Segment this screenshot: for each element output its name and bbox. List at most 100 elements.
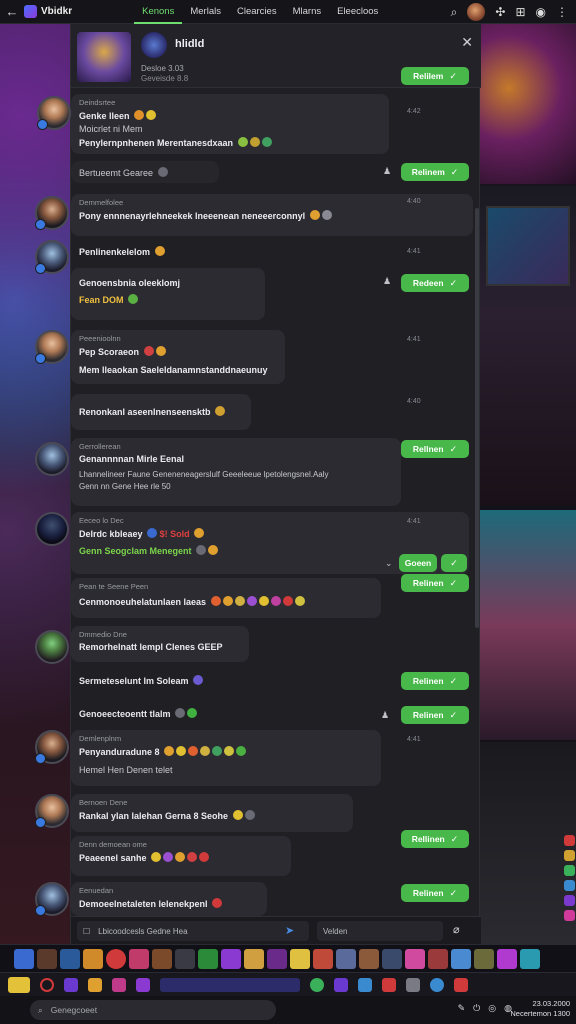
game-icon[interactable]	[359, 948, 379, 969]
tab-merlals[interactable]: Merlals	[182, 0, 229, 24]
start-button[interactable]	[8, 976, 30, 993]
search-input[interactable]: ⌕ Genegcoeet	[30, 1000, 276, 1020]
side-app-icon[interactable]	[563, 850, 575, 861]
globe-icon[interactable]: ◉	[536, 6, 546, 18]
reply-button[interactable]: Redeen ✓	[401, 274, 469, 292]
volume-icon[interactable]: ◎	[488, 1003, 496, 1014]
game-icon[interactable]	[198, 948, 218, 969]
app-icon[interactable]	[406, 977, 420, 992]
game-icon[interactable]	[336, 948, 356, 969]
game-icon[interactable]	[313, 948, 333, 969]
avatar[interactable]	[37, 96, 71, 130]
message-bubble[interactable]: Bernoen Dene Rankal ylan lalehan Gerna 8…	[71, 794, 353, 832]
message-bubble[interactable]: Genoensbnia oleeklomj Fean DOM	[71, 268, 265, 320]
app-icon[interactable]	[64, 977, 78, 992]
tab-clearcies[interactable]: Clearcies	[229, 0, 285, 24]
message-bubble[interactable]: Gerrollerean Genannnnan Mirle Eenal Lhan…	[71, 438, 401, 506]
message-bubble[interactable]: Peeenioolnn Pep Scoraeon Mem lleaokan Sa…	[71, 330, 285, 384]
message-bubble[interactable]: Demlenplnm Penyanduradune 8 Hemel Hen De…	[71, 730, 381, 786]
game-icon[interactable]	[106, 948, 126, 969]
close-icon[interactable]: ✕	[461, 34, 473, 51]
check-button[interactable]: ✓	[441, 554, 467, 572]
game-icon[interactable]	[382, 948, 402, 969]
send-icon[interactable]: ➤	[285, 924, 294, 937]
scrollbar[interactable]	[475, 208, 479, 628]
game-icon[interactable]	[497, 948, 517, 969]
search-icon[interactable]: ⌕	[451, 6, 458, 18]
avatar[interactable]	[35, 794, 69, 828]
avatar[interactable]	[35, 882, 69, 916]
reply-button[interactable]: Relinen ✓	[401, 672, 469, 690]
emoji-icon[interactable]: ☐	[83, 927, 90, 936]
side-app-icon[interactable]	[563, 835, 575, 846]
group-avatar[interactable]	[141, 32, 167, 58]
game-icon[interactable]	[428, 948, 448, 969]
more-icon[interactable]: ⋮	[556, 6, 568, 18]
reply-button[interactable]: Rellnen ✓	[401, 440, 469, 458]
pen-icon[interactable]: ✎	[458, 1003, 466, 1014]
reply-button[interactable]: Rellinen ✓	[401, 830, 469, 848]
avatar[interactable]	[35, 240, 69, 274]
reply-button[interactable]: Relilem ✓	[401, 67, 469, 85]
reply-button[interactable]: Relinem ✓	[401, 163, 469, 181]
game-icon[interactable]	[451, 948, 471, 969]
avatar[interactable]	[35, 730, 69, 764]
message-bubble[interactable]: Pean te Seene Peen Cenmonoeuhelatunlaen …	[71, 578, 381, 618]
side-app-icon[interactable]	[563, 910, 575, 921]
app-icon[interactable]	[454, 977, 468, 992]
game-icon[interactable]	[14, 948, 34, 969]
game-icon[interactable]	[60, 948, 80, 969]
record-icon[interactable]	[40, 977, 54, 992]
reply-button[interactable]: Goeen	[399, 554, 437, 572]
attach-icon[interactable]: ⌀	[453, 923, 460, 936]
game-icon[interactable]	[129, 948, 149, 969]
app-icon[interactable]	[310, 977, 324, 992]
grid-icon[interactable]: ⊞	[515, 6, 525, 18]
chevron-down-icon[interactable]: ⌄	[385, 558, 393, 569]
message-bubble[interactable]: Renonkanl aseenlnenseensktb	[71, 394, 251, 430]
avatar[interactable]	[35, 196, 69, 230]
app-icon[interactable]	[136, 977, 150, 992]
reply-button[interactable]: Relinen ✓	[401, 884, 469, 902]
app-icon[interactable]	[358, 977, 372, 992]
gamepad-icon[interactable]: ✣	[495, 6, 505, 18]
message-bubble[interactable]: Denn demoean ome Peaeenel sanhe	[71, 836, 291, 876]
message-bubble[interactable]: Eenuedan Demoeelnetaleten lelenekpenl	[71, 882, 267, 916]
game-icon[interactable]	[83, 948, 103, 969]
avatar[interactable]	[467, 3, 486, 21]
tab-eleecloos[interactable]: Eleecloos	[329, 0, 386, 24]
message-input[interactable]: ☐ Lbicoodcesls Gedne Hea	[77, 921, 309, 941]
side-app-icon[interactable]	[563, 895, 575, 906]
game-icon[interactable]	[405, 948, 425, 969]
game-icon[interactable]	[221, 948, 241, 969]
secondary-input[interactable]: Velden	[317, 921, 443, 941]
side-app-icon[interactable]	[563, 880, 575, 891]
game-icon[interactable]	[244, 948, 264, 969]
avatar[interactable]	[35, 512, 69, 546]
message-bubble[interactable]: Dmmedio Dne Remorhelnatt lempl Clenes GE…	[71, 626, 249, 662]
tab-kenons[interactable]: Kenons	[134, 0, 183, 24]
message-bubble[interactable]: Bertueemt Gearee	[71, 161, 219, 183]
game-icon[interactable]	[290, 948, 310, 969]
game-icon[interactable]	[267, 948, 287, 969]
arrow-left-icon[interactable]: ←	[0, 4, 24, 19]
game-icon[interactable]	[152, 948, 172, 969]
game-icon[interactable]	[520, 948, 540, 969]
side-app-icon[interactable]	[563, 865, 575, 876]
tab-mlarns[interactable]: Mlarns	[285, 0, 330, 24]
clock[interactable]: 23.03.2000 Necertemon 1300	[510, 999, 570, 1019]
app-icon[interactable]	[382, 977, 396, 992]
game-icon[interactable]	[37, 948, 57, 969]
reply-button[interactable]: Relinen ✓	[401, 574, 469, 592]
app-icon[interactable]	[334, 977, 348, 992]
app-icon[interactable]	[88, 977, 102, 992]
app-title[interactable]: Vbidkr	[24, 5, 72, 18]
message-bubble[interactable]: Deindsrtee Genke lleen Moicrlet ni Mem P…	[71, 94, 389, 154]
reply-button[interactable]: Relinen ✓	[401, 706, 469, 724]
avatar[interactable]	[35, 442, 69, 476]
app-icon[interactable]	[430, 977, 444, 992]
app-icon[interactable]	[112, 977, 126, 992]
power-icon[interactable]: ⏻	[473, 1003, 480, 1014]
avatar[interactable]	[35, 330, 69, 364]
game-icon[interactable]	[175, 948, 195, 969]
